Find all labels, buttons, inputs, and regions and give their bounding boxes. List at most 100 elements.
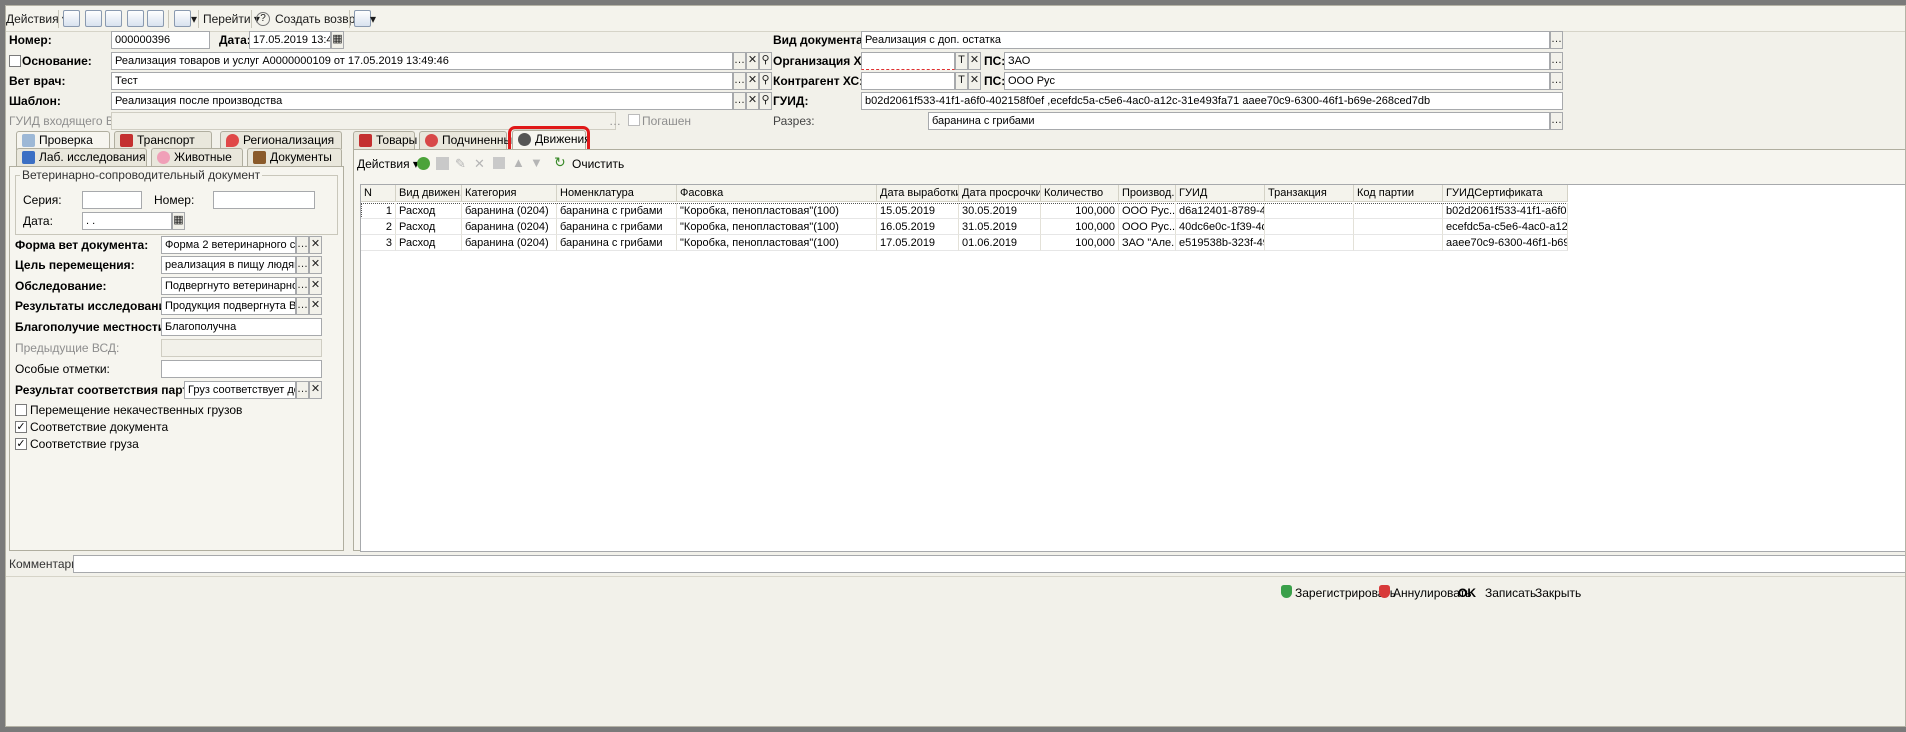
close-button[interactable]: Закрыть xyxy=(1535,586,1581,600)
results-clear-icon[interactable]: ✕ xyxy=(309,297,322,315)
arrow-up-icon[interactable]: ▲ xyxy=(512,155,525,170)
column-header[interactable]: ГУИД xyxy=(1176,185,1265,202)
counter-clear-icon[interactable]: ✕ xyxy=(968,72,981,90)
tab-animals[interactable]: Животные xyxy=(151,148,243,166)
refresh-icon[interactable] xyxy=(105,10,122,27)
clear-button[interactable]: Очистить xyxy=(572,156,624,172)
section-select-button[interactable]: … xyxy=(1550,112,1563,130)
calendar-icon[interactable]: ▦ xyxy=(331,31,344,49)
vet-open-icon[interactable]: ⚲ xyxy=(759,72,772,90)
ok-button[interactable]: OK xyxy=(1458,586,1476,600)
copy-icon[interactable] xyxy=(127,10,144,27)
delete-icon[interactable]: ✕ xyxy=(474,156,485,172)
tab-transport[interactable]: Транспорт xyxy=(114,131,212,149)
column-header[interactable]: Вид движен... xyxy=(396,185,462,202)
structure-icon[interactable] xyxy=(147,10,164,27)
notes-field[interactable] xyxy=(161,360,322,378)
print-dropdown[interactable]: ▾ xyxy=(370,11,376,27)
vsd-calendar-icon[interactable]: ▦ xyxy=(172,212,185,230)
column-header[interactable]: Производ... xyxy=(1119,185,1176,202)
form-field[interactable]: Форма 2 ветеринарного свиде: xyxy=(161,236,296,254)
column-header[interactable]: N xyxy=(361,185,396,202)
section-field[interactable]: баранина с грибами xyxy=(928,112,1550,130)
post-close-icon[interactable] xyxy=(63,10,80,27)
basis-select-button[interactable]: … xyxy=(733,52,746,70)
basis-checkbox[interactable] xyxy=(9,55,21,67)
column-header[interactable]: Код партии xyxy=(1354,185,1443,202)
doctype-select-button[interactable]: … xyxy=(1550,31,1563,49)
exam-clear-icon[interactable]: ✕ xyxy=(309,277,322,295)
vet-select-button[interactable]: … xyxy=(733,72,746,90)
doc-match-checkbox[interactable]: ✓ xyxy=(15,421,27,433)
counter-field[interactable] xyxy=(861,72,955,90)
grid-actions-menu[interactable]: Действия ▾ xyxy=(357,156,419,172)
exam-field[interactable]: Подвергнуто ветеринарно-сани xyxy=(161,277,296,295)
form-select-button[interactable]: … xyxy=(296,236,309,254)
save-button[interactable]: Записать xyxy=(1485,586,1536,600)
tab-goods[interactable]: Товары xyxy=(353,131,417,149)
purpose-select-button[interactable]: … xyxy=(296,256,309,274)
template-open-icon[interactable]: ⚲ xyxy=(759,92,772,110)
org-field[interactable] xyxy=(861,52,955,70)
template-field[interactable]: Реализация после производства xyxy=(111,92,733,110)
basis-clear-icon[interactable]: ✕ xyxy=(746,52,759,70)
column-header[interactable]: Транзакция xyxy=(1265,185,1354,202)
clear-icon[interactable]: ↻ xyxy=(554,154,566,171)
match-field[interactable]: Груз соответствует докум xyxy=(184,381,296,399)
doctype-field[interactable]: Реализация с доп. остатка xyxy=(861,31,1550,49)
add-icon[interactable] xyxy=(417,157,430,170)
vet-field[interactable]: Тест xyxy=(111,72,733,90)
cargo-match-checkbox[interactable]: ✓ xyxy=(15,438,27,450)
create-based-dropdown[interactable]: ▾ xyxy=(191,11,197,27)
purpose-field[interactable]: реализация в пищу людям xyxy=(161,256,296,274)
match-select-button[interactable]: … xyxy=(296,381,309,399)
tab-movements[interactable]: Движения xyxy=(508,126,591,153)
bad-cargo-checkbox[interactable] xyxy=(15,404,27,416)
counter-type-button[interactable]: T xyxy=(955,72,968,90)
ps2-select-button[interactable]: … xyxy=(1550,72,1563,90)
save-icon[interactable] xyxy=(85,10,102,27)
copy-row-icon[interactable] xyxy=(436,157,449,170)
area-field[interactable]: Благополучна xyxy=(161,318,322,336)
org-clear-icon[interactable]: ✕ xyxy=(968,52,981,70)
column-header[interactable]: Фасовка xyxy=(677,185,877,202)
results-select-button[interactable]: … xyxy=(296,297,309,315)
table-row[interactable]: 1 Расход баранина (0204) баранина с грибами… xyxy=(361,203,1568,219)
template-clear-icon[interactable]: ✕ xyxy=(746,92,759,110)
guid-field[interactable]: b02d2061f533-41f1-a6f0-402158f0ef ,ecefd… xyxy=(861,92,1563,110)
form-clear-icon[interactable]: ✕ xyxy=(309,236,322,254)
print-icon[interactable] xyxy=(354,10,371,27)
date-field[interactable]: 17.05.2019 13:49:4 xyxy=(249,31,331,49)
table-row[interactable]: 3 Расход баранина (0204) баранина с грибами… xyxy=(361,235,1568,251)
tab-subordinate[interactable]: Подчиненные xyxy=(419,131,519,149)
ps1-select-button[interactable]: … xyxy=(1550,52,1563,70)
ps-field-1[interactable]: ЗАО xyxy=(1004,52,1550,70)
column-header[interactable]: Дата выработки xyxy=(877,185,959,202)
vsd-date-field[interactable]: . . xyxy=(82,212,172,230)
column-header[interactable]: Количество xyxy=(1041,185,1119,202)
create-based-icon[interactable] xyxy=(174,10,191,27)
number-field[interactable]: 000000396 xyxy=(111,31,210,49)
match-clear-icon[interactable]: ✕ xyxy=(309,381,322,399)
basis-field[interactable]: Реализация товаров и услуг А0000000109 о… xyxy=(111,52,733,70)
template-select-button[interactable]: … xyxy=(733,92,746,110)
org-type-button[interactable]: T xyxy=(955,52,968,70)
help-icon[interactable]: ? xyxy=(256,12,270,26)
column-header[interactable]: Дата просрочки xyxy=(959,185,1041,202)
save-row-icon[interactable] xyxy=(493,157,505,169)
comment-field[interactable] xyxy=(73,555,1905,573)
arrow-down-icon[interactable]: ▼ xyxy=(530,155,543,170)
results-field[interactable]: Продукция подвергнута ВСЭ в г xyxy=(161,297,296,315)
column-header[interactable]: Категория xyxy=(462,185,557,202)
vet-clear-icon[interactable]: ✕ xyxy=(746,72,759,90)
series-field[interactable] xyxy=(82,191,142,209)
ps-field-2[interactable]: ООО Рус xyxy=(1004,72,1550,90)
tab-region[interactable]: Регионализация xyxy=(220,131,342,149)
purpose-clear-icon[interactable]: ✕ xyxy=(309,256,322,274)
basis-open-icon[interactable]: ⚲ xyxy=(759,52,772,70)
column-header[interactable]: ГУИДСертификата xyxy=(1443,185,1568,202)
exam-select-button[interactable]: … xyxy=(296,277,309,295)
edit-icon[interactable]: ✎ xyxy=(455,156,466,172)
tab-lab[interactable]: Лаб. исследования xyxy=(16,148,147,166)
vsd-number-field[interactable] xyxy=(213,191,315,209)
